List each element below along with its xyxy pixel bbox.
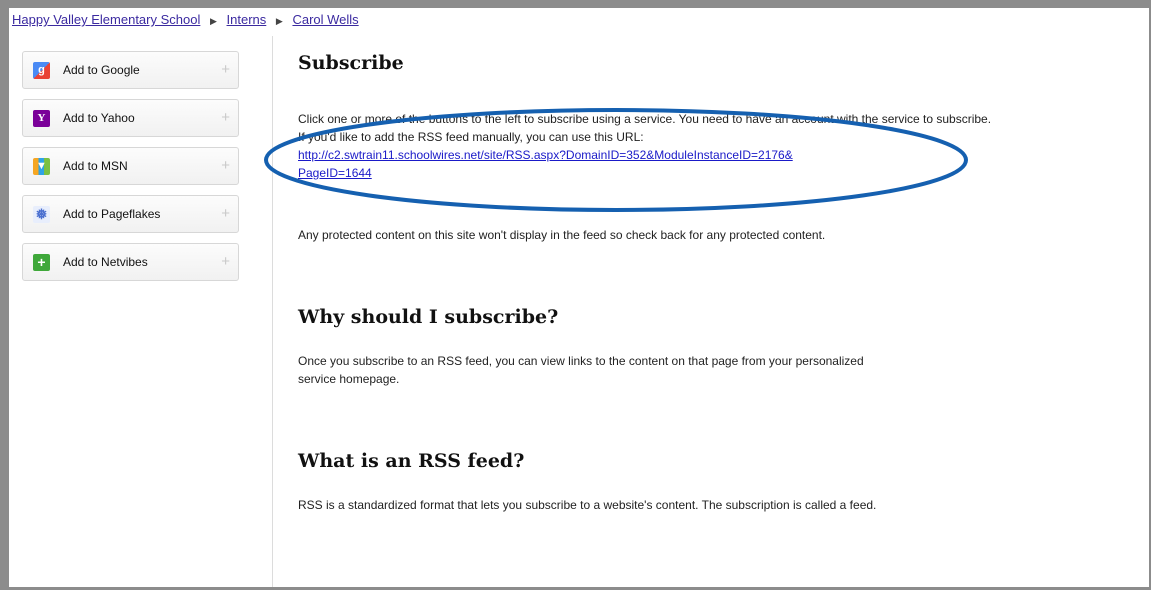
breadcrumb-arrow-icon: ▶	[209, 16, 217, 26]
yahoo-icon: Y	[33, 109, 50, 127]
plus-icon: +	[221, 109, 230, 126]
plus-icon: +	[221, 157, 230, 174]
rss-url-link-line1[interactable]: http://c2.swtrain11.schoolwires.net/site…	[298, 148, 793, 162]
subscribe-intro-text: Click one or more of the buttons to the …	[298, 112, 992, 144]
why-subscribe-text: Once you subscribe to an RSS feed, you c…	[298, 354, 864, 386]
plus-icon: +	[221, 253, 230, 270]
add-to-msn-button[interactable]: ▼ Add to MSN +	[22, 147, 239, 185]
add-to-yahoo-label: Add to Yahoo	[63, 111, 135, 125]
rss-url-link-line2[interactable]: PageID=1644	[298, 166, 372, 180]
add-to-pageflakes-button[interactable]: ❅ Add to Pageflakes +	[22, 195, 239, 233]
add-to-pageflakes-label: Add to Pageflakes	[63, 207, 161, 221]
breadcrumb: Happy Valley Elementary School ▶ Interns…	[12, 12, 359, 27]
what-is-rss-heading: What is an RSS feed?	[298, 450, 525, 472]
add-to-netvibes-label: Add to Netvibes	[63, 255, 148, 269]
add-to-google-button[interactable]: g Add to Google +	[22, 51, 239, 89]
subscribe-sidebar: g Add to Google + Y Add to Yahoo + ▼ Add…	[22, 51, 239, 291]
breadcrumb-interns-link[interactable]: Interns	[227, 12, 267, 27]
main-content: Subscribe Click one or more of the butto…	[298, 52, 998, 514]
what-is-rss-text: RSS is a standardized format that lets y…	[298, 498, 877, 512]
add-to-yahoo-button[interactable]: Y Add to Yahoo +	[22, 99, 239, 137]
add-to-netvibes-button[interactable]: + Add to Netvibes +	[22, 243, 239, 281]
msn-icon: ▼	[33, 157, 50, 175]
plus-icon: +	[221, 61, 230, 78]
netvibes-icon: +	[33, 253, 50, 271]
google-icon: g	[33, 61, 50, 79]
add-to-msn-label: Add to MSN	[63, 159, 128, 173]
protected-content-note: Any protected content on this site won't…	[298, 228, 826, 242]
add-to-google-label: Add to Google	[63, 63, 140, 77]
column-divider	[272, 36, 273, 587]
why-subscribe-heading: Why should I subscribe?	[298, 306, 559, 328]
subscribe-heading: Subscribe	[298, 52, 404, 74]
plus-icon: +	[221, 205, 230, 222]
breadcrumb-arrow-icon: ▶	[275, 16, 283, 26]
breadcrumb-school-link[interactable]: Happy Valley Elementary School	[12, 12, 200, 27]
breadcrumb-carol-wells-link[interactable]: Carol Wells	[292, 12, 358, 27]
pageflakes-icon: ❅	[33, 205, 50, 223]
rss-url: http://c2.swtrain11.schoolwires.net/site…	[298, 146, 998, 182]
